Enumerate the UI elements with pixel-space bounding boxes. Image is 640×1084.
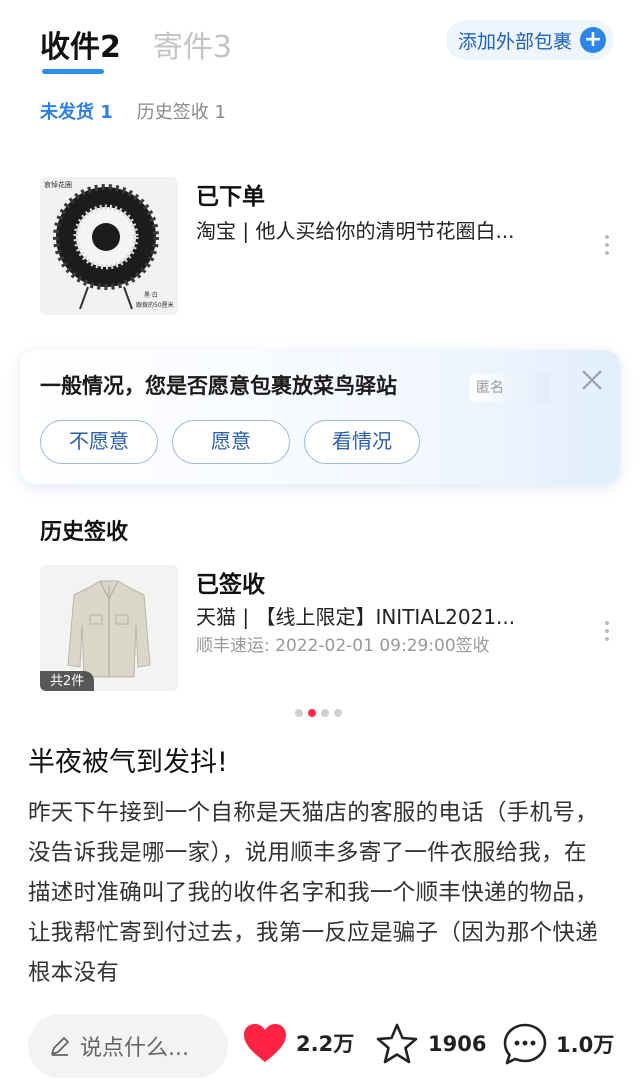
anonymous-tag: 匿名 xyxy=(470,374,550,402)
like-count: 2.2万 xyxy=(296,1032,355,1056)
tab-send[interactable]: 寄件3 xyxy=(153,28,232,68)
add-external-package-button[interactable]: 添加外部包裹 + xyxy=(445,20,614,60)
comment-count: 1.0万 xyxy=(556,1033,615,1057)
pager-dot xyxy=(334,709,342,717)
comment-button[interactable]: 1.0万 xyxy=(502,1022,614,1066)
station-survey-popup: 一般情况，您是否愿意包裹放菜鸟驿站 匿名 不愿意 愿意 看情况 xyxy=(20,350,620,484)
comment-bubble-icon xyxy=(503,1023,547,1065)
bottom-action-bar: 说点什么... 2.2万 1906 1.0万 xyxy=(0,1006,640,1084)
option-willing-button[interactable]: 愿意 xyxy=(172,420,290,464)
close-icon[interactable] xyxy=(578,366,606,394)
post-title: 半夜被气到发抖! xyxy=(28,747,228,778)
subtab-unshipped[interactable]: 未发货 1 xyxy=(40,98,113,124)
history-package-card[interactable]: 共2件 已签收 天猫 | 【线上限定】INITIAL2021... 顺丰速运: … xyxy=(40,565,620,691)
option-depends-button[interactable]: 看情况 xyxy=(304,420,420,464)
history-package-detail: 顺丰速运: 2022-02-01 09:29:00签收 xyxy=(196,636,490,656)
star-icon xyxy=(376,1023,418,1064)
svg-text:哀悼花圈: 哀悼花圈 xyxy=(44,180,72,189)
like-button[interactable]: 2.2万 xyxy=(242,1022,354,1064)
post-body: 昨天下午接到一个自称是天猫店的客服的电话（手机号，没告诉我是哪一家），说用顺丰多… xyxy=(28,800,599,986)
top-tabs: 收件2 寄件3 xyxy=(40,18,232,74)
survey-question: 一般情况，您是否愿意包裹放菜鸟驿站 xyxy=(40,374,397,398)
svg-text:跟拨的50厘米: 跟拨的50厘米 xyxy=(136,301,174,309)
subtab-history[interactable]: 历史签收 1 xyxy=(137,98,226,124)
pending-package-description: 淘宝 | 他人买给你的清明节花圈白... xyxy=(196,219,515,243)
wreath-thumbnail: 哀悼花圈 黑·白 跟拨的50厘米 xyxy=(40,177,178,315)
comment-placeholder: 说点什么... xyxy=(80,1036,189,1061)
pager-dot xyxy=(321,709,329,717)
item-count-tag: 共2件 xyxy=(40,671,95,691)
pending-package-card[interactable]: 哀悼花圈 黑·白 跟拨的50厘米 已下单 淘宝 | 他人买给你的清明节花圈白..… xyxy=(40,177,620,317)
history-package-description: 天猫 | 【线上限定】INITIAL2021... xyxy=(196,605,516,629)
history-package-status: 已签收 xyxy=(196,572,265,598)
add-external-package-label: 添加外部包裹 xyxy=(457,30,572,53)
tab-receive[interactable]: 收件2 xyxy=(40,28,121,74)
history-section-title: 历史签收 xyxy=(40,520,129,545)
plus-icon: + xyxy=(580,27,606,53)
carousel-pager xyxy=(295,709,342,717)
favorite-count: 1906 xyxy=(428,1032,487,1056)
svg-text:黑·白: 黑·白 xyxy=(144,291,158,299)
comment-input[interactable]: 说点什么... xyxy=(28,1014,228,1078)
favorite-button[interactable]: 1906 xyxy=(374,1022,486,1066)
more-icon[interactable] xyxy=(604,621,610,641)
pager-dot xyxy=(295,709,303,717)
sub-tabs: 未发货 1 历史签收 1 xyxy=(40,98,226,124)
pending-package-status: 已下单 xyxy=(196,184,265,210)
heart-icon xyxy=(244,1024,286,1062)
option-unwilling-button[interactable]: 不愿意 xyxy=(40,420,158,464)
pager-dot-active xyxy=(308,709,316,717)
more-icon[interactable] xyxy=(604,235,610,255)
pencil-icon xyxy=(51,1037,69,1056)
jacket-thumbnail: 共2件 xyxy=(40,565,178,691)
